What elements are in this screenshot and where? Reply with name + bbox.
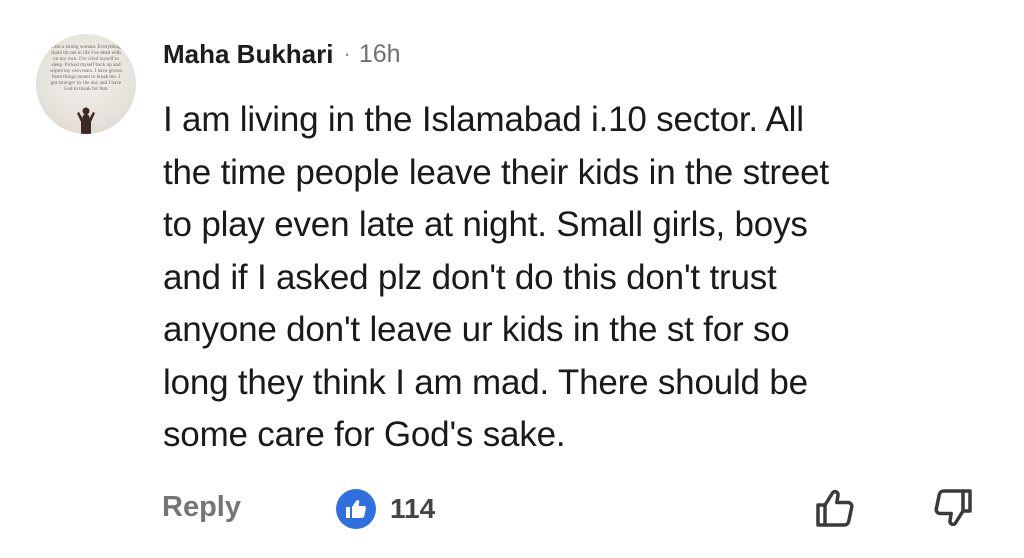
comment-line: the time people leave their kids in the … (163, 152, 829, 192)
comment-line: some care for God's sake. (163, 415, 566, 454)
thumbs-down-outline-icon (934, 489, 972, 527)
comment-line: to play even late at night. Small girls,… (163, 205, 808, 244)
avatar-quote-text: I am a strong woman. Everything that's h… (50, 44, 122, 92)
avatar-figure (77, 107, 95, 134)
comment-line: and if I asked plz don't do this don't t… (163, 257, 777, 297)
thumbs-up-icon (336, 489, 376, 529)
comment-line: long they think I am mad. There should b… (163, 362, 808, 402)
reaction-summary: 114 (336, 489, 435, 529)
comment-body: I am living in the Islamabad i.10 sector… (163, 94, 1003, 462)
author-name[interactable]: Maha Bukhari (163, 39, 334, 70)
comment-header: Maha Bukhari · 16h (163, 36, 401, 72)
avatar[interactable]: I am a strong woman. Everything that's h… (36, 34, 136, 134)
comment-timestamp: 16h (358, 39, 401, 68)
thumbs-up-outline-icon (816, 489, 854, 527)
meta-separator: · (343, 41, 351, 66)
like-count: 114 (390, 493, 436, 524)
reply-button[interactable]: Reply (162, 491, 241, 524)
downvote-button[interactable] (929, 484, 977, 532)
upvote-button[interactable] (811, 484, 859, 532)
comment-line: anyone don't leave ur kids in the st for… (163, 310, 790, 349)
comment-line: I am living in the Islamabad i.10 sector… (163, 100, 804, 139)
